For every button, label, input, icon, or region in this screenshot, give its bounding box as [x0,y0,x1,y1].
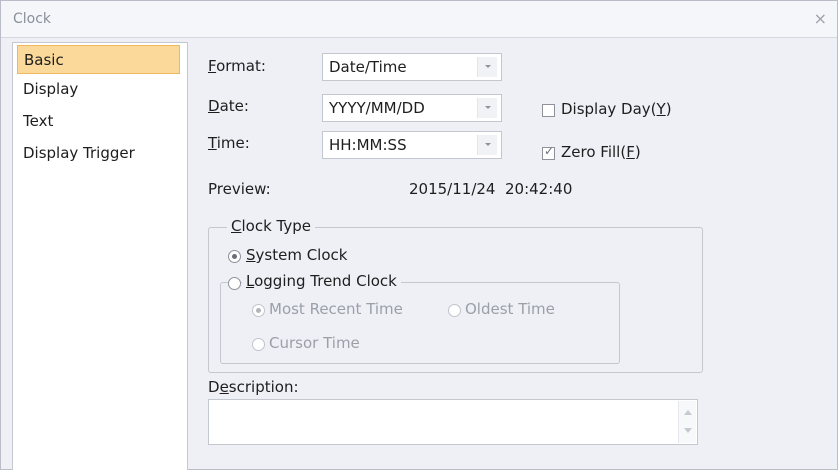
time-label: Time: [208,134,250,152]
preview-value: 2015/11/24 20:42:40 [409,180,573,198]
display-day-label[interactable]: Display Day(Y) [561,100,672,118]
zero-fill-checkbox[interactable]: ✓ [542,144,555,160]
scroll-up-icon[interactable] [684,410,692,415]
sidebar-item-basic[interactable]: Basic [17,45,180,74]
clock-type-legend: Clock Type [227,217,315,235]
sidebar-item-display[interactable]: Display [17,75,180,104]
date-select[interactable]: YYYY/MM/DD [322,94,502,122]
chevron-down-icon[interactable] [477,57,497,77]
system-clock-label[interactable]: System Clock [246,246,347,264]
date-label: Date: [208,97,249,115]
logging-trend-clock-label[interactable]: Logging Trend Clock [242,272,401,290]
format-label: Format: [208,57,266,75]
format-value: Date/Time [329,58,407,76]
title-bar: Clock × [1,1,837,38]
time-value: HH:MM:SS [329,136,407,154]
time-select[interactable]: HH:MM:SS [322,131,502,159]
format-select[interactable]: Date/Time [322,53,502,81]
scroll-down-icon[interactable] [684,428,692,433]
date-value: YYYY/MM/DD [329,99,425,117]
most-recent-time-label: Most Recent Time [269,300,403,318]
description-scrollbar[interactable] [678,401,696,443]
chevron-down-icon[interactable] [477,135,497,155]
clock-dialog: Clock × Basic Display Text Display Trigg… [0,0,838,470]
category-list: Basic Display Text Display Trigger [12,42,188,470]
preview-label: Preview: [208,180,271,198]
sidebar-item-text[interactable]: Text [17,107,180,136]
zero-fill-label[interactable]: Zero Fill(F) [561,143,641,161]
cursor-time-label: Cursor Time [269,334,360,352]
window-title: Clock [13,11,52,27]
check-icon: ✓ [544,144,555,158]
logging-trend-clock-radio[interactable] [228,277,241,290]
sidebar-item-display-trigger[interactable]: Display Trigger [17,139,180,168]
cursor-time-radio[interactable] [252,338,265,351]
system-clock-radio[interactable] [228,250,241,263]
close-icon[interactable]: × [814,9,827,28]
oldest-time-label: Oldest Time [465,300,555,318]
display-day-checkbox[interactable] [542,104,555,117]
description-input[interactable] [208,399,698,445]
most-recent-time-radio[interactable] [252,304,265,317]
description-label: Description: [208,378,299,396]
oldest-time-radio[interactable] [448,304,461,317]
chevron-down-icon[interactable] [477,98,497,118]
